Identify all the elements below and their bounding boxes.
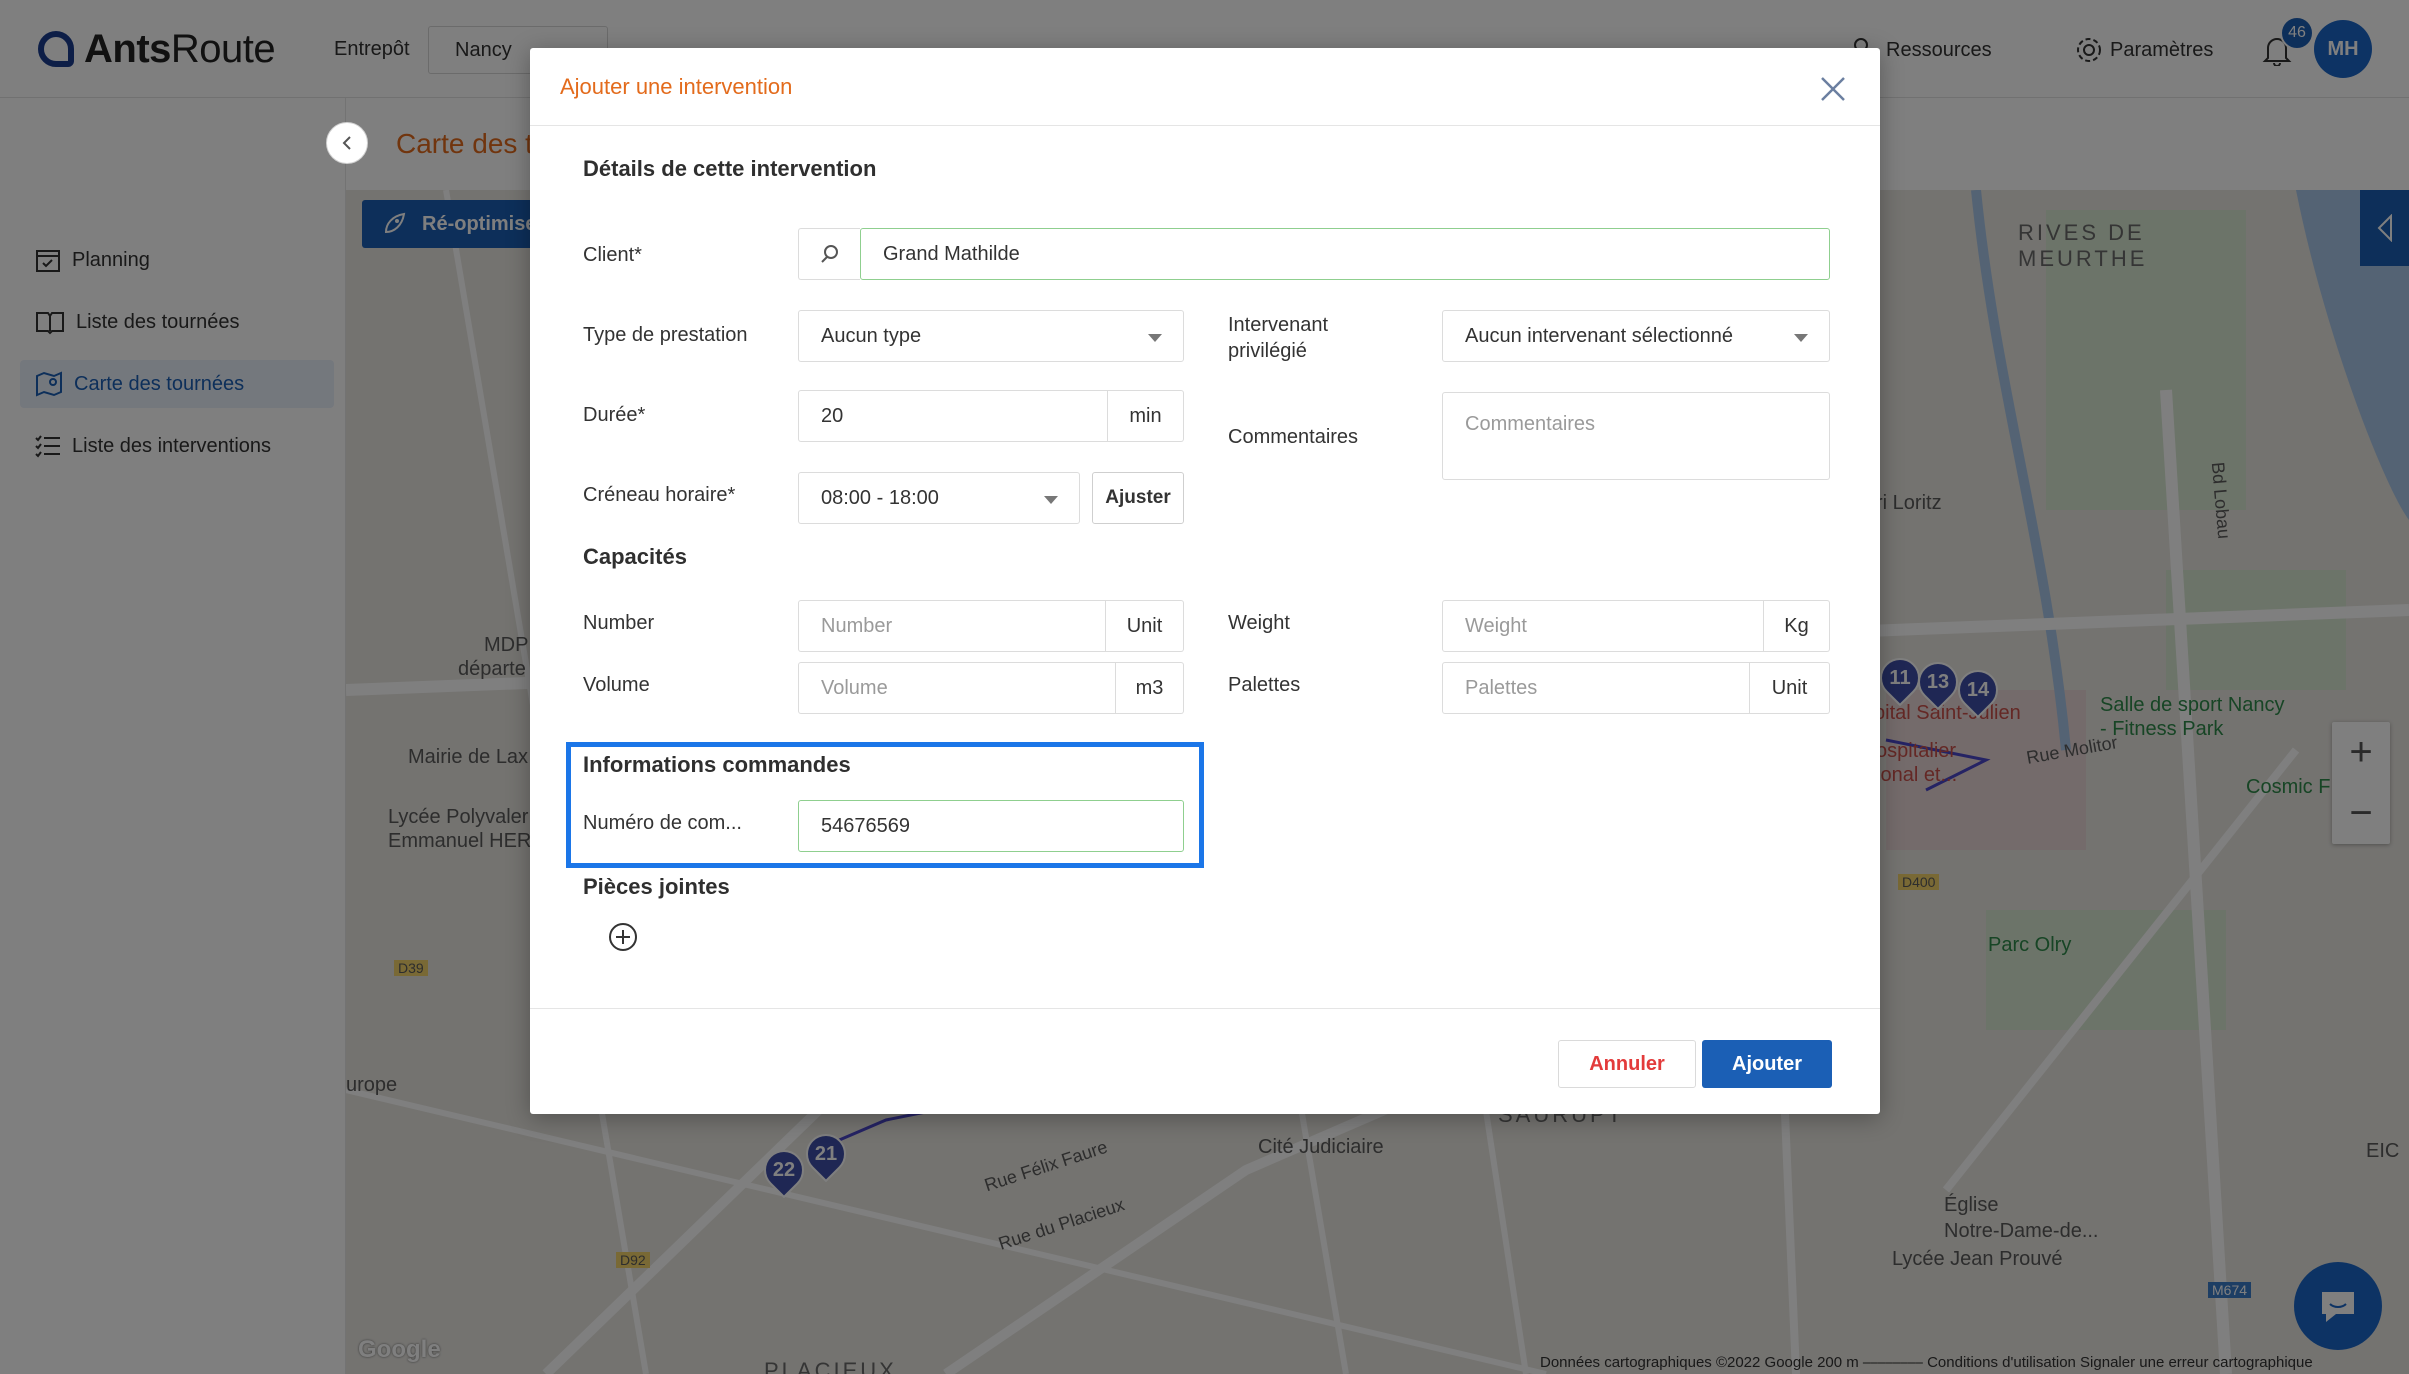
duration-label: Durée*	[583, 404, 646, 426]
chevron-down-icon	[1148, 334, 1162, 342]
client-search-addon[interactable]	[798, 228, 860, 280]
section-title-details: Détails de cette intervention	[583, 156, 877, 181]
section-title-capacities: Capacités	[583, 544, 687, 569]
weight-input[interactable]: Weight	[1442, 600, 1764, 652]
service-type-label: Type de prestation	[583, 324, 748, 346]
comments-label: Commentaires	[1228, 426, 1359, 448]
pallets-label: Palettes	[1228, 674, 1301, 696]
comments-textarea[interactable]: Commentaires	[1442, 392, 1830, 480]
search-icon	[820, 245, 838, 263]
volume-label: Volume	[583, 674, 650, 696]
number-unit: Unit	[1106, 600, 1184, 652]
client-label: Client*	[583, 244, 642, 266]
chevron-down-icon	[1044, 496, 1058, 504]
number-input[interactable]: Number	[798, 600, 1106, 652]
modal-header: Ajouter une intervention	[530, 48, 1880, 126]
preferred-worker-label-line2: privilégié	[1228, 340, 1307, 362]
cancel-button[interactable]: Annuler	[1558, 1040, 1696, 1088]
add-attachment-button[interactable]	[608, 922, 638, 952]
add-button[interactable]: Ajouter	[1702, 1040, 1832, 1088]
close-icon	[1821, 77, 1845, 101]
modal-footer-divider	[530, 1008, 1880, 1009]
duration-unit: min	[1108, 390, 1184, 442]
number-label: Number	[583, 612, 655, 634]
service-type-select[interactable]: Aucun type	[798, 310, 1184, 362]
client-input[interactable]: Grand Mathilde	[860, 228, 1830, 280]
pallets-input[interactable]: Palettes	[1442, 662, 1750, 714]
volume-unit: m3	[1116, 662, 1184, 714]
chevron-down-icon	[1794, 334, 1808, 342]
sidebar-collapse-button[interactable]	[326, 122, 368, 164]
pallets-unit: Unit	[1750, 662, 1830, 714]
section-title-attachments: Pièces jointes	[583, 874, 730, 899]
weight-label: Weight	[1228, 612, 1290, 634]
adjust-timeslot-button[interactable]: Ajuster	[1092, 472, 1184, 524]
timeslot-label: Créneau horaire*	[583, 484, 736, 506]
weight-unit: Kg	[1764, 600, 1830, 652]
add-intervention-modal: Ajouter une intervention Détails de cett…	[530, 48, 1880, 1114]
chevron-left-icon	[342, 136, 351, 150]
modal-title: Ajouter une intervention	[560, 74, 793, 99]
duration-input[interactable]: 20	[798, 390, 1108, 442]
preferred-worker-select[interactable]: Aucun intervenant sélectionné	[1442, 310, 1830, 362]
preferred-worker-label: Intervenant	[1228, 314, 1329, 336]
plus-circle-icon	[609, 923, 637, 951]
volume-input[interactable]: Volume	[798, 662, 1116, 714]
timeslot-select[interactable]: 08:00 - 18:00	[798, 472, 1080, 524]
order-info-highlight	[566, 742, 1204, 868]
close-button[interactable]	[1818, 74, 1848, 104]
